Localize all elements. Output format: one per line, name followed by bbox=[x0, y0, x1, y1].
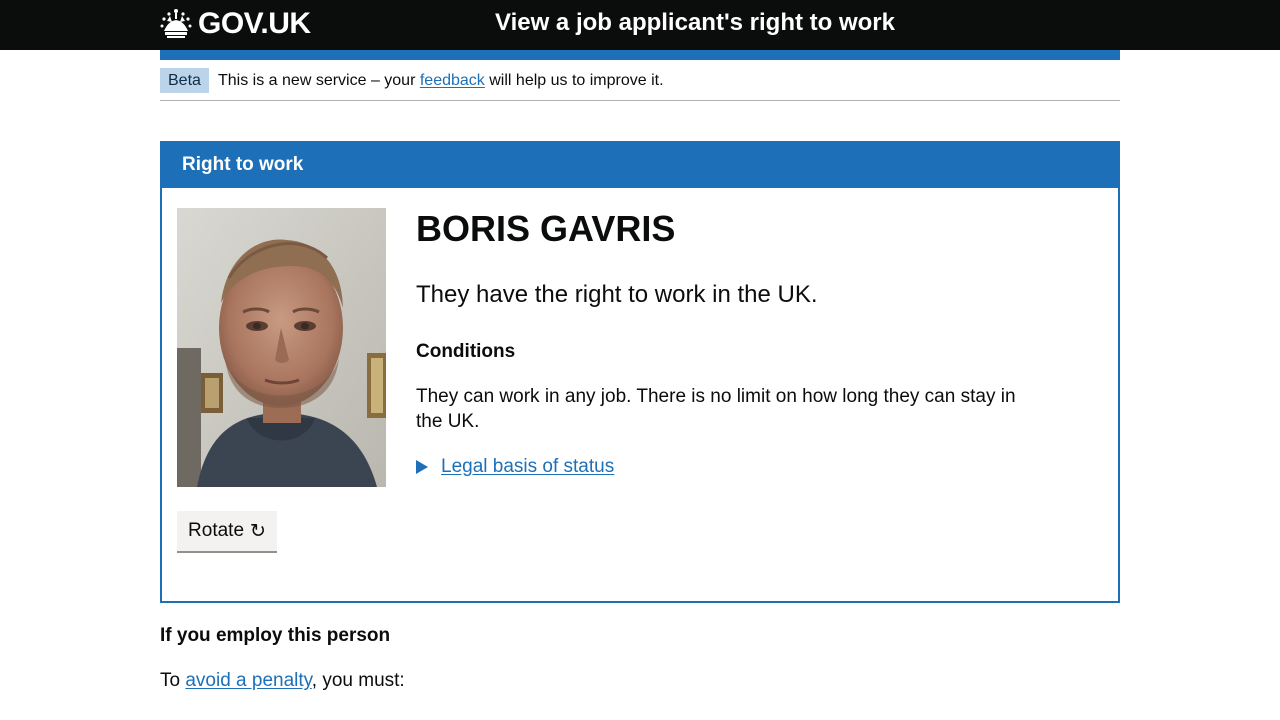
employ-text-before: To bbox=[160, 670, 181, 691]
phase-text-after: will help us to improve it. bbox=[489, 72, 664, 89]
applicant-photo-image bbox=[177, 208, 386, 487]
rotate-button[interactable]: Rotate ↻ bbox=[177, 511, 277, 551]
govuk-logo-link[interactable]: GOV.UK bbox=[160, 6, 311, 42]
beta-tag: Beta bbox=[160, 68, 209, 93]
applicant-photo bbox=[177, 208, 386, 487]
rotate-button-label: Rotate bbox=[188, 520, 245, 541]
employ-heading: If you employ this person bbox=[160, 625, 391, 646]
header-container: GOV.UK View a job applicant's right to w… bbox=[160, 0, 1120, 50]
header-blue-stripe bbox=[160, 50, 1120, 60]
phase-banner: Beta This is a new service – your feedba… bbox=[160, 68, 1120, 101]
rotate-icon: ↻ bbox=[250, 520, 266, 542]
crown-icon bbox=[160, 9, 192, 38]
service-name[interactable]: View a job applicant's right to work bbox=[495, 9, 895, 37]
phase-banner-text: This is a new service – your feedback wi… bbox=[218, 70, 664, 92]
right-to-work-status: They have the right to work in the UK. bbox=[416, 281, 818, 308]
right-to-work-panel: Right to work Rotate ↻ BORIS GAVRIS They… bbox=[160, 141, 1120, 603]
conditions-text: They can work in any job. There is no li… bbox=[416, 386, 1016, 432]
conditions-heading: Conditions bbox=[416, 341, 516, 362]
panel-title: Right to work bbox=[182, 154, 304, 175]
employ-text-after: , you must: bbox=[311, 670, 405, 691]
employ-text: To avoid a penalty, you must: bbox=[160, 668, 405, 693]
site-header: GOV.UK View a job applicant's right to w… bbox=[0, 0, 1280, 50]
phase-text-before: This is a new service – your bbox=[218, 72, 416, 89]
legal-basis-details[interactable]: Legal basis of status bbox=[416, 454, 614, 479]
logo-text: GOV.UK bbox=[198, 7, 311, 40]
feedback-link[interactable]: feedback bbox=[420, 72, 485, 89]
panel-header: Right to work bbox=[162, 143, 1118, 188]
avoid-penalty-link[interactable]: avoid a penalty bbox=[185, 670, 311, 691]
expand-triangle-icon bbox=[416, 459, 428, 474]
legal-basis-summary-link[interactable]: Legal basis of status bbox=[441, 454, 614, 479]
person-name: BORIS GAVRIS bbox=[416, 208, 676, 249]
